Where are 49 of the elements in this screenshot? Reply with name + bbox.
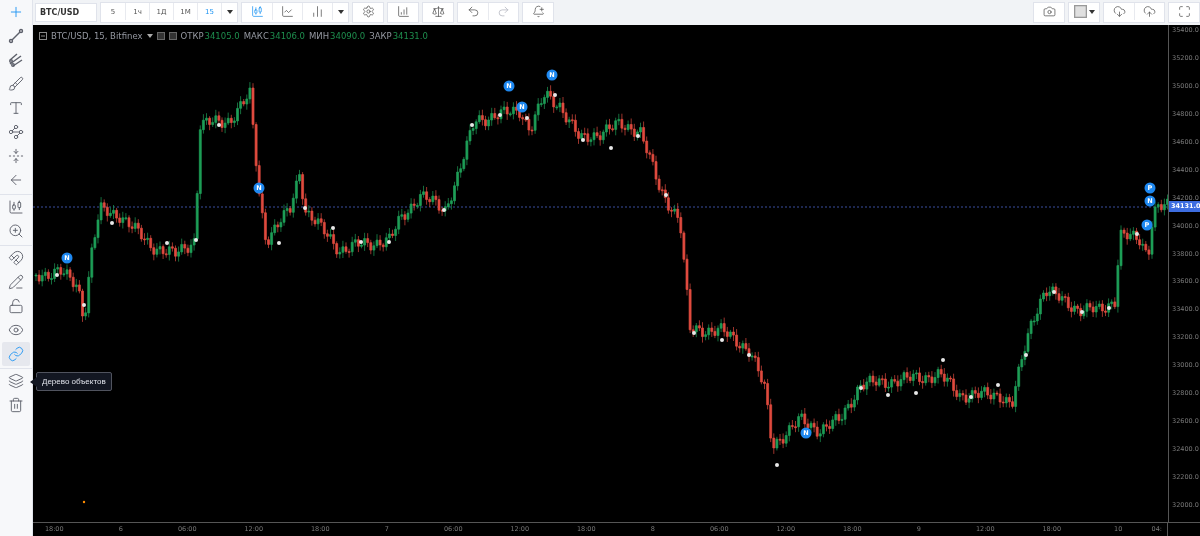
square-icon[interactable]	[168, 32, 177, 40]
collapse-icon[interactable]	[39, 32, 47, 40]
legend-label: ЗАКР	[369, 31, 392, 41]
cloud-upload-icon	[1143, 5, 1156, 18]
trend-line-icon	[8, 28, 24, 44]
legend-value: 34106.0	[269, 31, 305, 41]
cloud-download-icon	[1112, 5, 1126, 18]
indicators-icon	[396, 5, 410, 18]
bell-plus-icon	[531, 5, 545, 18]
caret-icon	[226, 9, 233, 14]
trash-icon	[8, 397, 24, 413]
point-marker-icon	[82, 500, 86, 504]
magnet-icon	[8, 250, 24, 266]
layers-icon	[8, 373, 24, 389]
arrow-left-icon	[8, 172, 24, 188]
scales-icon	[431, 5, 445, 18]
legend-value: 34131.0	[392, 31, 428, 41]
square-icon[interactable]	[156, 32, 165, 40]
symbol-field[interactable]: BTC/USD	[35, 3, 97, 22]
tooltip-pointer-icon	[30, 377, 37, 387]
brush-icon	[8, 76, 24, 92]
eye-icon	[8, 322, 24, 338]
legend-title[interactable]: BTC/USD, 15, Bitfinex	[51, 31, 143, 41]
pattern-icon	[8, 124, 24, 140]
camera-icon	[1042, 5, 1056, 18]
undo-icon	[466, 5, 480, 18]
fullscreen-icon	[1177, 5, 1191, 18]
link-icon	[8, 346, 24, 362]
text-icon	[8, 100, 24, 116]
measure-icon	[8, 148, 24, 164]
candlestick-icon	[250, 5, 264, 18]
candlestick-icon	[8, 199, 24, 215]
crosshair-icon	[8, 4, 24, 20]
caret-icon	[337, 9, 344, 14]
unlock-icon	[8, 298, 24, 314]
line-chart-icon	[281, 5, 294, 18]
pencil-icon	[8, 274, 24, 290]
bar-chart-icon	[311, 5, 324, 18]
legend-label: ОТКР	[180, 31, 204, 41]
settings-icon	[361, 5, 375, 18]
caret-icon	[1088, 9, 1095, 14]
legend-value: 34090.0	[330, 31, 366, 41]
legend-label: МАКС	[243, 31, 269, 41]
legend-value: 34105.0	[204, 31, 240, 41]
zoom-in-icon	[8, 223, 24, 239]
redo-icon	[497, 5, 510, 18]
parallel-lines-icon	[8, 52, 24, 68]
legend-label: МИН	[309, 31, 330, 41]
caret-icon	[146, 34, 153, 38]
